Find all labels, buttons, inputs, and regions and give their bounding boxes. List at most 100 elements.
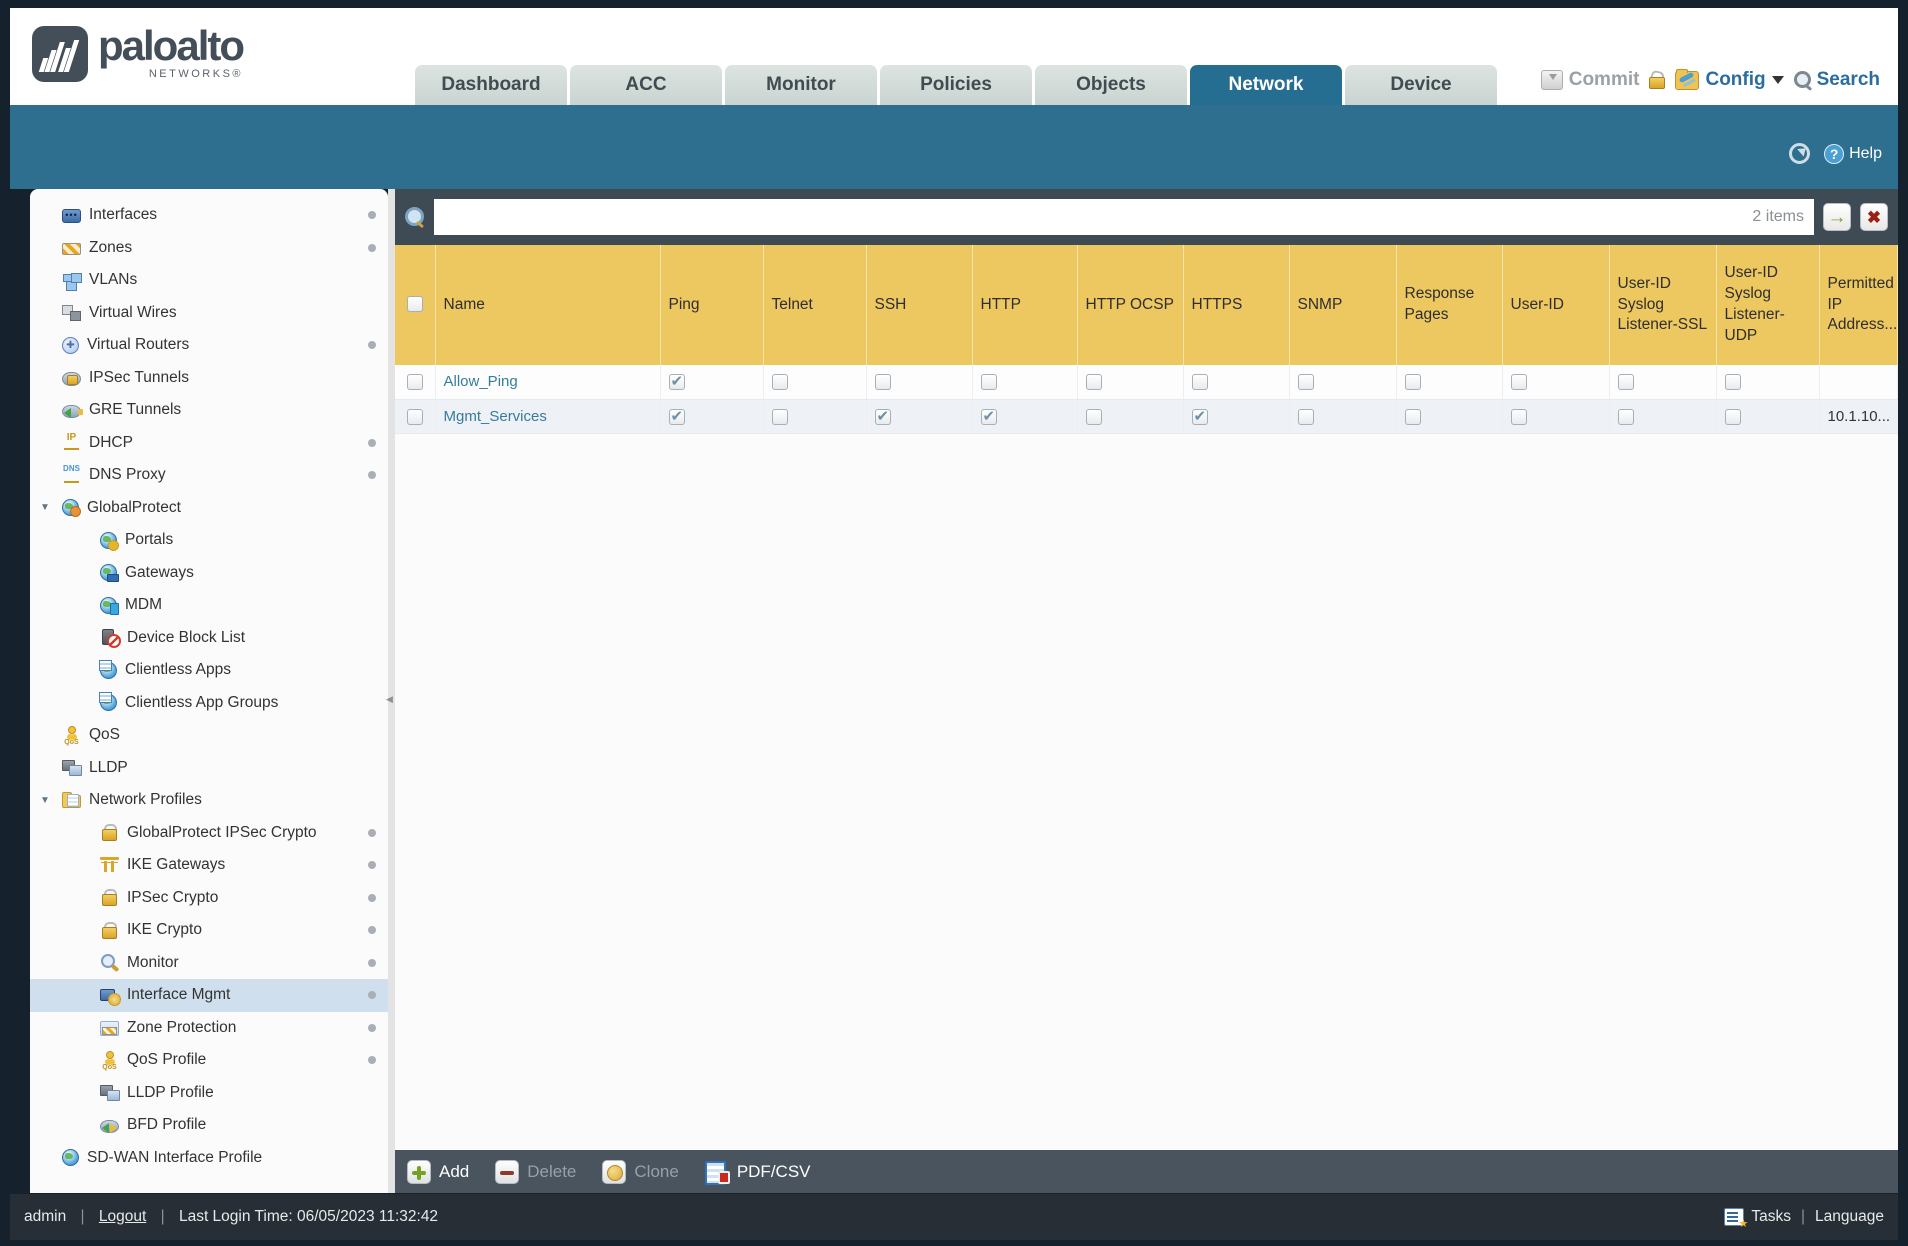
snmp-checkbox[interactable] [1297, 374, 1314, 391]
telnet-checkbox[interactable] [771, 408, 788, 425]
column-header-http[interactable]: HTTP [972, 245, 1078, 365]
commit-button[interactable]: Commit [1540, 69, 1639, 91]
sidebar-item-ipsec-tunnels[interactable]: IPSec Tunnels [30, 362, 388, 395]
user-id-checkbox[interactable] [1510, 374, 1527, 391]
clone-button[interactable]: Clone [602, 1159, 679, 1184]
sidebar-item-portals[interactable]: Portals [30, 524, 388, 557]
http-ocsp-cell [1077, 399, 1184, 434]
http-checkbox[interactable] [980, 374, 997, 391]
http-ocsp-checkbox[interactable] [1085, 374, 1102, 391]
language-button[interactable]: Language [1815, 1208, 1884, 1226]
refresh-icon[interactable] [1789, 143, 1811, 164]
sidebar-item-device-block-list[interactable]: Device Block List [30, 622, 388, 655]
row-select-checkbox[interactable] [406, 374, 423, 391]
clear-filter-button[interactable]: ✖ [1860, 203, 1888, 231]
logout-link[interactable]: Logout [99, 1208, 146, 1225]
sidebar-item-zone-protection[interactable]: Zone Protection [30, 1012, 388, 1045]
sidebar-item-qos-profile[interactable]: QoS Profile [30, 1044, 388, 1077]
sidebar-item-sd-wan-interface-profile[interactable]: SD-WAN Interface Profile [30, 1142, 388, 1175]
sidebar-item-ike-crypto[interactable]: IKE Crypto [30, 914, 388, 947]
tasks-button[interactable]: Tasks [1751, 1208, 1791, 1226]
config-button[interactable]: Config [1675, 68, 1784, 91]
sidebar-item-qos[interactable]: QoS [30, 719, 388, 752]
column-header-snmp[interactable]: SNMP [1289, 245, 1397, 365]
tab-objects[interactable]: Objects [1035, 65, 1187, 105]
sidebar-item-clientless-app-groups[interactable]: Clientless App Groups [30, 687, 388, 720]
tab-policies[interactable]: Policies [880, 65, 1032, 105]
sidebar-item-ipsec-crypto[interactable]: IPSec Crypto [30, 882, 388, 915]
pdf-csv-button[interactable]: PDF/CSV [704, 1160, 811, 1185]
sidebar-item-mdm[interactable]: MDM [30, 589, 388, 622]
user-id-syslog-listener-ssl-checkbox[interactable] [1617, 408, 1634, 425]
column-header-ping[interactable]: Ping [660, 245, 764, 365]
sidebar-item-network-profiles[interactable]: ▼ Network Profiles [30, 784, 388, 817]
column-header-http-ocsp[interactable]: HTTP OCSP [1077, 245, 1184, 365]
row-select-checkbox[interactable] [406, 408, 423, 425]
lock-icon[interactable] [1649, 71, 1666, 89]
sidebar-item-bfd-profile[interactable]: BFD Profile [30, 1109, 388, 1142]
snmp-checkbox[interactable] [1297, 408, 1314, 425]
column-header-https[interactable]: HTTPS [1183, 245, 1290, 365]
delete-button[interactable]: Delete [495, 1159, 576, 1184]
add-button[interactable]: Add [407, 1159, 469, 1184]
sidebar-item-virtual-routers[interactable]: Virtual Routers [30, 329, 388, 362]
response-pages-checkbox[interactable] [1404, 408, 1421, 425]
column-header-name[interactable]: Name [435, 245, 661, 365]
sidebar-item-ike-gateways[interactable]: IKE Gateways [30, 849, 388, 882]
sidebar-item-dns-proxy[interactable]: DNS Proxy [30, 459, 388, 492]
user-id-syslog-listener-udp-checkbox[interactable] [1724, 374, 1741, 391]
sidebar-item-gre-tunnels[interactable]: GRE Tunnels [30, 394, 388, 427]
column-header-ssh[interactable]: SSH [866, 245, 973, 365]
sidebar-item-lldp-profile[interactable]: LLDP Profile [30, 1077, 388, 1110]
profile-name-link[interactable]: Allow_Ping [444, 373, 518, 390]
column-header-user-id-syslog-listener-udp[interactable]: User-ID Syslog Listener-UDP [1716, 245, 1820, 365]
filter-input[interactable] [434, 199, 1814, 235]
column-header-telnet[interactable]: Telnet [763, 245, 867, 365]
ssh-checkbox[interactable] [874, 407, 891, 425]
global-search-button[interactable]: Search [1793, 69, 1880, 91]
tab-network[interactable]: Network [1190, 65, 1342, 105]
telnet-checkbox[interactable] [771, 374, 788, 391]
sidebar-item-lldp[interactable]: LLDP [30, 752, 388, 785]
ping-checkbox[interactable] [668, 407, 685, 425]
tab-device[interactable]: Device [1345, 65, 1497, 105]
column-header-response-pages[interactable]: Response Pages [1396, 245, 1503, 365]
expander-triangle-icon[interactable]: ▼ [40, 795, 50, 806]
profile-name-link[interactable]: Mgmt_Services [444, 408, 547, 425]
sidebar-item-globalprotect[interactable]: ▼ GlobalProtect [30, 492, 388, 525]
https-checkbox[interactable] [1191, 374, 1208, 391]
http-ocsp-checkbox[interactable] [1085, 408, 1102, 425]
tab-dashboard[interactable]: Dashboard [415, 65, 567, 105]
user-id-syslog-listener-ssl-checkbox[interactable] [1617, 374, 1634, 391]
select-all-checkbox[interactable] [406, 296, 423, 313]
sidebar-item-gateways[interactable]: Gateways [30, 557, 388, 590]
response-pages-checkbox[interactable] [1404, 374, 1421, 391]
row-dot [368, 958, 376, 967]
sidebar-item-label: GRE Tunnels [89, 401, 182, 419]
expander-triangle-icon[interactable]: ▼ [40, 502, 50, 513]
ssh-checkbox[interactable] [874, 374, 891, 391]
ping-checkbox[interactable] [668, 372, 685, 391]
sidebar: Interfaces Zones VLANs Virtual Wires Virtual… [30, 189, 388, 1193]
column-header-user-id[interactable]: User-ID [1502, 245, 1610, 365]
column-header-permitted-ip-address-[interactable]: Permitted IP Address... [1819, 245, 1898, 365]
help-button[interactable]: ? Help [1824, 143, 1882, 164]
sidebar-splitter[interactable]: ◀ [386, 189, 395, 1193]
sidebar-item-interface-mgmt[interactable]: Interface Mgmt [30, 979, 388, 1012]
tab-acc[interactable]: ACC [570, 65, 722, 105]
sidebar-item-vlans[interactable]: VLANs [30, 264, 388, 297]
user-id-checkbox[interactable] [1510, 408, 1527, 425]
tab-monitor[interactable]: Monitor [725, 65, 877, 105]
column-header-user-id-syslog-listener-ssl[interactable]: User-ID Syslog Listener-SSL [1609, 245, 1717, 365]
user-id-syslog-listener-udp-checkbox[interactable] [1724, 408, 1741, 425]
apply-filter-button[interactable]: → [1823, 203, 1851, 231]
sidebar-item-virtual-wires[interactable]: Virtual Wires [30, 297, 388, 330]
sidebar-item-interfaces[interactable]: Interfaces [30, 199, 388, 232]
sidebar-item-dhcp[interactable]: DHCP [30, 427, 388, 460]
sidebar-item-monitor[interactable]: Monitor [30, 947, 388, 980]
https-checkbox[interactable] [1191, 407, 1208, 425]
sidebar-item-globalprotect-ipsec-crypto[interactable]: GlobalProtect IPSec Crypto [30, 817, 388, 850]
http-checkbox[interactable] [980, 407, 997, 425]
sidebar-item-clientless-apps[interactable]: Clientless Apps [30, 654, 388, 687]
sidebar-item-zones[interactable]: Zones [30, 232, 388, 265]
